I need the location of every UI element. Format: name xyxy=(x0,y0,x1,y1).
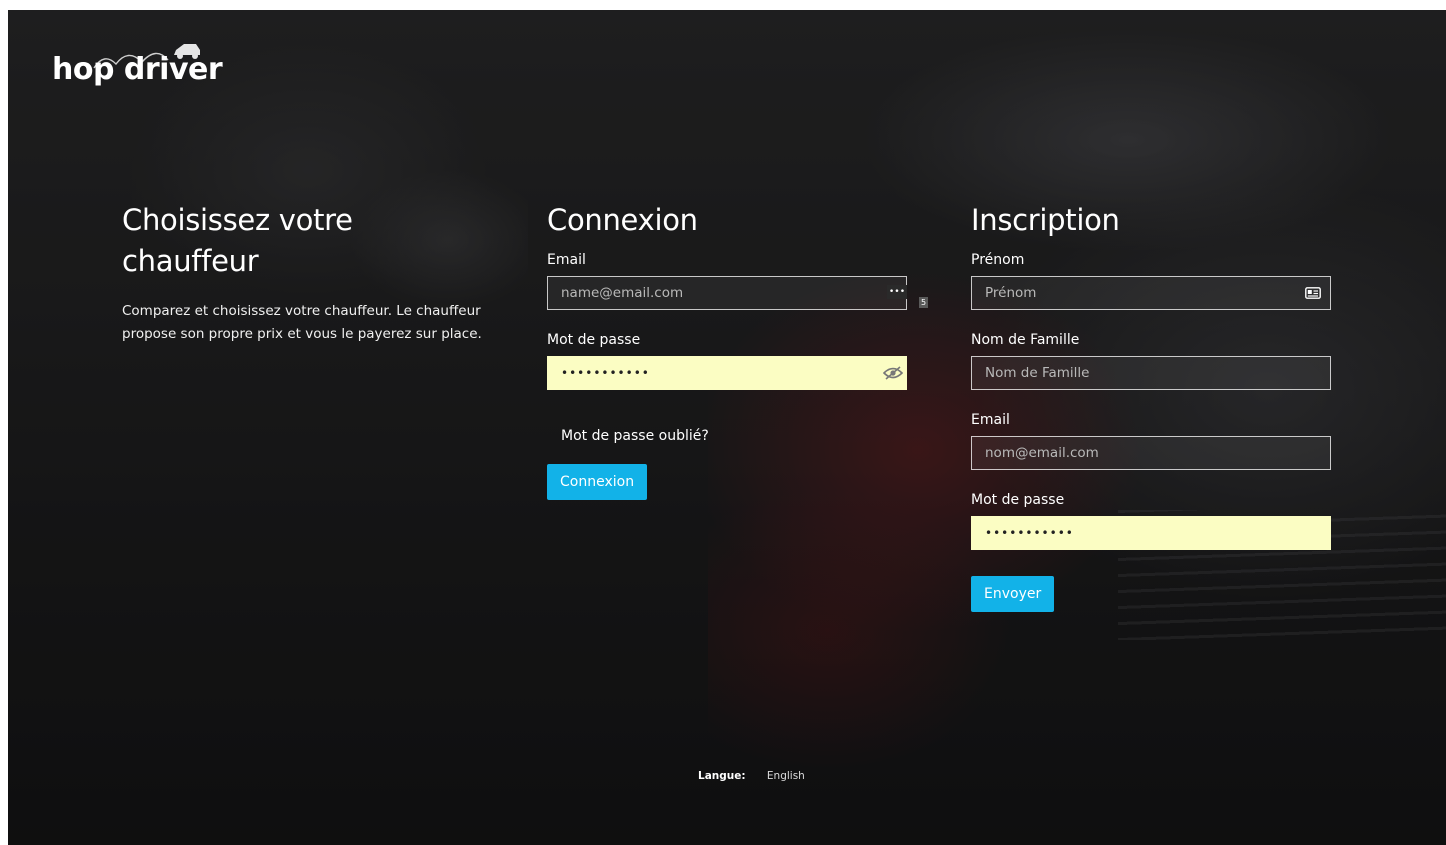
intro-description: Comparez et choisissez votre chauffeur. … xyxy=(122,303,482,342)
signup-password-label: Mot de passe xyxy=(971,492,1065,508)
login-password-input[interactable] xyxy=(548,357,906,389)
login-submit-button[interactable]: Connexion xyxy=(547,464,648,500)
signup-firstname-field-wrapper xyxy=(971,276,1331,310)
intro-title: Choisissez votre chauffeur xyxy=(122,203,353,278)
login-password-field-wrapper xyxy=(547,356,907,390)
signup-email-input[interactable] xyxy=(972,437,1330,469)
language-selector: Langue: English xyxy=(698,770,805,782)
brand-logo[interactable]: hop driver xyxy=(52,44,223,87)
login-password-label: Mot de passe xyxy=(547,332,641,348)
signup-submit-button[interactable]: Envoyer xyxy=(971,576,1055,612)
intro-section: Choisissez votre chauffeur Comparez et c… xyxy=(122,200,482,346)
signup-lastname-label: Nom de Famille xyxy=(971,332,1080,348)
signup-firstname-input[interactable] xyxy=(972,277,1330,309)
signup-lastname-field-wrapper xyxy=(971,356,1331,390)
signup-title: Inscription xyxy=(971,203,1120,237)
password-manager-badge: 5 xyxy=(919,297,928,308)
password-manager-icon[interactable]: ••• xyxy=(887,285,907,299)
login-page: hop driver Choisissez votre chauffeur Co… xyxy=(8,10,1446,845)
eye-icon[interactable] xyxy=(883,366,903,380)
login-form: Connexion Email ••• 5 Mot de passe Mot d… xyxy=(547,200,928,500)
signup-email-label: Email xyxy=(971,412,1010,428)
login-email-input[interactable] xyxy=(548,277,906,309)
signup-email-field-wrapper xyxy=(971,436,1331,470)
language-option-english[interactable]: English xyxy=(767,770,805,782)
signup-lastname-input[interactable] xyxy=(972,357,1330,389)
signup-form: Inscription Prénom Nom de Famille E xyxy=(971,200,1341,612)
forgot-password-link[interactable]: Mot de passe oublié? xyxy=(561,428,709,444)
language-label: Langue: xyxy=(698,770,746,782)
login-title: Connexion xyxy=(547,203,698,237)
logo-text: hop driver xyxy=(52,52,223,87)
contact-card-icon[interactable] xyxy=(1305,287,1321,299)
login-email-label: Email xyxy=(547,252,586,268)
signup-password-field-wrapper xyxy=(971,516,1331,550)
signup-firstname-label: Prénom xyxy=(971,252,1025,268)
signup-password-input[interactable] xyxy=(972,517,1330,549)
login-email-field-wrapper: ••• 5 xyxy=(547,276,928,310)
